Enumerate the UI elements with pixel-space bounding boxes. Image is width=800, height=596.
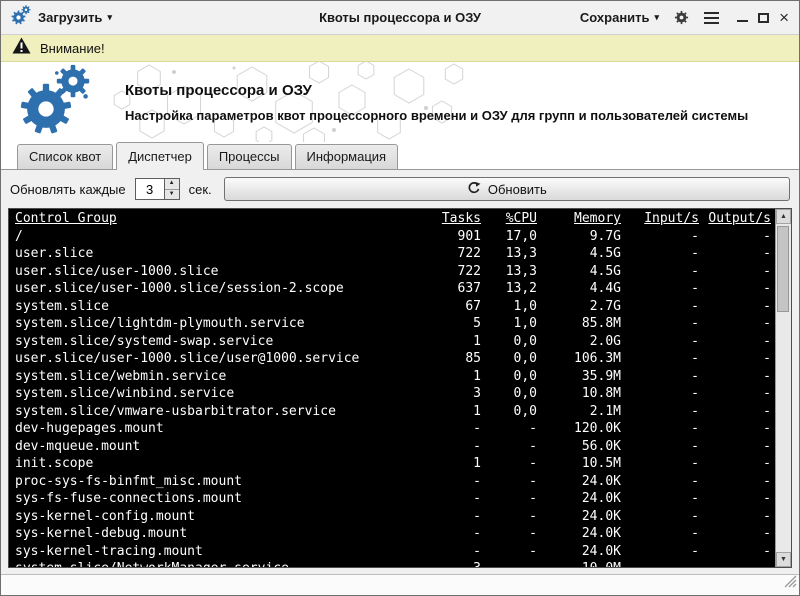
table-row[interactable]: user.slice/user-1000.slice/user@1000.ser… [13, 350, 773, 368]
table-row[interactable]: sys-kernel-tracing.mount - - 24.0K - - [13, 543, 773, 561]
tab-dispatcher[interactable]: Диспетчер [116, 142, 204, 170]
table-row[interactable]: init.scope 1 - 10.5M - - [13, 455, 773, 473]
page-header: Квоты процессора и ОЗУ Настройка парамет… [1, 62, 799, 142]
table-row[interactable]: user.slice 722 13,3 4.5G - - [13, 245, 773, 263]
table-row[interactable]: system.slice/vmware-usbarbitrator.servic… [13, 403, 773, 421]
warning-label: Внимание! [40, 41, 105, 56]
cgroup-table-body: / 901 17,0 9.7G - - user.slice 722 [13, 228, 773, 568]
window-controls: × [737, 11, 789, 25]
titlebar: Загрузить ▾ Квоты процессора и ОЗУ Сохра… [1, 1, 799, 35]
refresh-icon [467, 181, 481, 198]
tab-panel: Обновлять каждые ▲ ▼ сек. Обновить [1, 169, 799, 574]
table-row[interactable]: user.slice/user-1000.slice 722 13,3 4.5G… [13, 263, 773, 281]
settings-gear-icon[interactable] [673, 9, 690, 26]
tab-information[interactable]: Информация [295, 144, 399, 169]
table-row[interactable]: sys-kernel-config.mount - - 24.0K - - [13, 508, 773, 526]
table-row[interactable]: system.slice/systemd-swap.service 1 0,0 … [13, 333, 773, 351]
interval-input[interactable] [136, 179, 164, 199]
close-button[interactable]: × [779, 11, 789, 25]
table-row[interactable]: system.slice/webmin.service 1 0,0 35.9M … [13, 368, 773, 386]
table-row[interactable]: user.slice/user-1000.slice/session-2.sco… [13, 280, 773, 298]
save-menu-label: Сохранить [580, 10, 650, 25]
save-menu-button[interactable]: Сохранить ▾ [580, 10, 659, 25]
scroll-up-button[interactable]: ▲ [776, 209, 791, 224]
page-title: Квоты процессора и ОЗУ [125, 82, 748, 99]
col-header-cpu: %CPU [483, 210, 539, 228]
load-menu-button[interactable]: Загрузить ▾ [38, 10, 112, 25]
app-logo-gears [19, 64, 91, 141]
table-row[interactable]: dev-hugepages.mount - - 120.0K - - [13, 420, 773, 438]
interval-spinbox: ▲ ▼ [135, 178, 180, 200]
cgroup-table: Control Group Tasks %CPU Memory Input/s … [13, 210, 773, 567]
col-header-output: Output/s [701, 210, 773, 228]
spin-up-button[interactable]: ▲ [165, 179, 179, 190]
cgroup-table-area: Control Group Tasks %CPU Memory Input/s … [9, 209, 775, 567]
table-row[interactable]: system.slice/winbind.service 3 0,0 10.8M… [13, 385, 773, 403]
vertical-scrollbar[interactable]: ▲ ▼ [775, 209, 791, 567]
table-header-row: Control Group Tasks %CPU Memory Input/s … [13, 210, 773, 228]
chevron-down-icon: ▾ [655, 12, 660, 23]
refresh-button[interactable]: Обновить [224, 177, 790, 201]
maximize-icon [758, 13, 769, 23]
table-row[interactable]: system.slice 67 1,0 2.7G - - [13, 298, 773, 316]
cgroup-monitor: Control Group Tasks %CPU Memory Input/s … [8, 208, 792, 568]
table-row[interactable]: sys-fs-fuse-connections.mount - - 24.0K … [13, 490, 773, 508]
warning-icon [12, 37, 31, 59]
menu-icon[interactable] [704, 12, 719, 24]
scrollbar-thumb[interactable] [777, 226, 789, 312]
load-menu-label: Загрузить [38, 10, 102, 25]
maximize-button[interactable] [758, 13, 769, 23]
col-header-memory: Memory [539, 210, 623, 228]
warning-bar: Внимание! [1, 35, 799, 62]
minimize-icon [737, 14, 748, 22]
table-row[interactable]: dev-mqueue.mount - - 56.0K - - [13, 438, 773, 456]
col-header-tasks: Tasks [421, 210, 483, 228]
refresh-button-label: Обновить [488, 182, 547, 197]
table-row[interactable]: sys-kernel-debug.mount - - 24.0K - - [13, 525, 773, 543]
tab-bar: Список квот Диспетчер Процессы Информаци… [1, 142, 799, 169]
table-row[interactable]: proc-sys-fs-binfmt_misc.mount - - 24.0K … [13, 473, 773, 491]
seconds-label: сек. [189, 182, 212, 197]
page-subtitle: Настройка параметров квот процессорного … [125, 108, 748, 123]
refresh-controls: Обновлять каждые ▲ ▼ сек. Обновить [8, 175, 792, 208]
resize-grip[interactable] [784, 575, 797, 593]
chevron-down-icon: ▾ [107, 12, 112, 23]
tab-quota-list[interactable]: Список квот [17, 144, 113, 169]
table-row[interactable]: system.slice/lightdm-plymouth.service 5 … [13, 315, 773, 333]
interval-label: Обновлять каждые [10, 182, 126, 197]
app-window: Загрузить ▾ Квоты процессора и ОЗУ Сохра… [0, 0, 800, 596]
minimize-button[interactable] [737, 14, 748, 22]
col-header-input: Input/s [623, 210, 701, 228]
app-icon [11, 5, 31, 30]
scroll-down-button[interactable]: ▼ [776, 552, 791, 567]
tab-processes[interactable]: Процессы [207, 144, 292, 169]
table-row[interactable]: system.slice/NetworkManager.service 3 - … [13, 560, 773, 567]
table-row[interactable]: / 901 17,0 9.7G - - [13, 228, 773, 246]
spin-down-button[interactable]: ▼ [165, 190, 179, 200]
col-header-control-group: Control Group [13, 210, 421, 228]
status-bar [1, 574, 799, 595]
close-icon: × [779, 11, 789, 25]
